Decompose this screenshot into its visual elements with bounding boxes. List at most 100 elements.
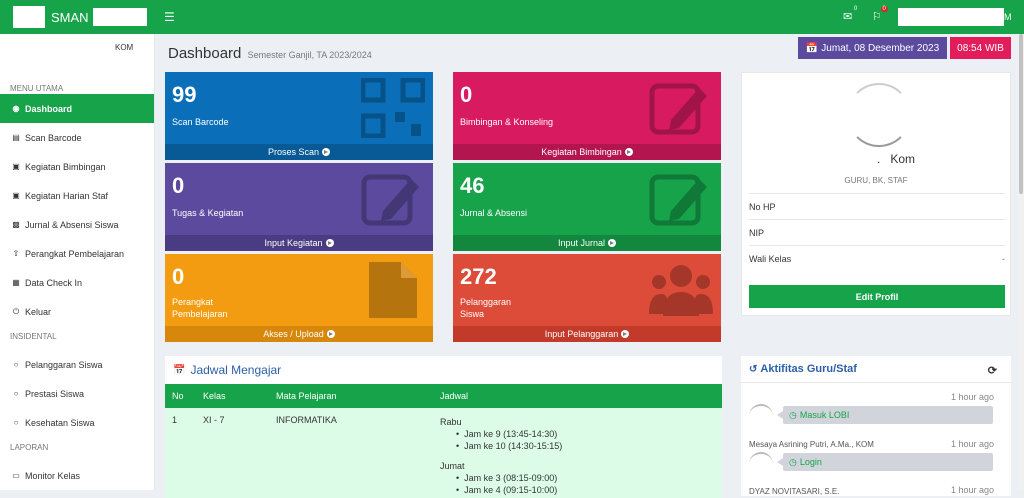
brand-name-redacted (92, 8, 147, 26)
edit-icon (649, 83, 707, 135)
sidebar-item-label: Keluar (25, 306, 52, 317)
user-menu[interactable] (898, 8, 1004, 26)
sidebar-item-perangkat-pembelajaran[interactable]: ⇧ Perangkat Pembelajaran (0, 239, 154, 268)
stat-box-jurnal-absensi: 46 Jurnal & Absensi Input Jurnal (453, 163, 721, 251)
circle-icon: ○ (13, 389, 19, 398)
user-menu-suffix: M (1004, 12, 1012, 22)
stat-box-pelanggaran-siswa: 272 Pelanggaran Siswa Input Pelanggaran (453, 254, 721, 342)
sidebar-item-kesehatan-siswa[interactable]: ○ Kesehatan Siswa (0, 408, 154, 437)
page-scrollbar[interactable] (1018, 34, 1024, 490)
stat-footer-link[interactable]: Input Jurnal (453, 235, 721, 251)
schedule-header: 📅 Jadwal Mengajar (165, 356, 722, 384)
profile-row-nip: NIP (749, 219, 1005, 245)
mail-badge: 0 (852, 6, 859, 12)
stat-value: 272 (460, 264, 497, 289)
table-header: No Kelas Mata Pelajaran Jadwal (165, 384, 722, 408)
date-badge: 📅 Jumat, 08 Desember 2023 (798, 37, 947, 59)
users-icon (649, 265, 713, 316)
edit-profile-button[interactable]: Edit Profil (749, 285, 1005, 308)
arrow-circle-right-icon (325, 239, 334, 247)
mail-icon[interactable]: ✉ 0 (843, 6, 859, 23)
school-logo (13, 6, 45, 28)
stat-footer-link[interactable]: Akses / Upload (165, 326, 433, 342)
stat-label: Bimbingan & Konseling (460, 117, 554, 127)
arrow-circle-right-icon (621, 330, 630, 338)
cell-mapel: INFORMATIKA (276, 415, 337, 425)
stat-label: Perangkat Pembelajaran (172, 297, 228, 319)
activity-message-text: Masuk LOBI (799, 410, 850, 420)
sidebar-item-label: Scan Barcode (25, 132, 82, 143)
stat-footer-link[interactable]: Proses Scan (165, 144, 433, 160)
clock-icon: ◷ (789, 456, 797, 467)
sidebar-section-heading: MENU UTAMA (10, 84, 64, 93)
scrollbar-thumb[interactable] (1019, 34, 1023, 194)
circle-icon: ○ (13, 360, 19, 369)
stat-footer-text: Input Kegiatan (264, 238, 323, 248)
sidebar-item-keluar[interactable]: ⏻ Keluar (0, 297, 154, 326)
sidebar-item-monitor-kelas[interactable]: ▭ Monitor Kelas (0, 461, 154, 490)
hamburger-menu-icon[interactable]: ☰ (164, 10, 175, 24)
history-icon: ↺ (749, 363, 758, 375)
sidebar-item-data-check-in[interactable]: ▦ Data Check In (0, 268, 154, 297)
sidebar-section-heading: INSIDENTAL (10, 332, 57, 341)
sidebar-section-heading: LAPORAN (10, 443, 49, 452)
schedule-title: Jadwal Mengajar (190, 363, 282, 377)
brand[interactable]: SMAN (0, 0, 155, 34)
sidebar-item-prestasi-siswa[interactable]: ○ Prestasi Siswa (0, 379, 154, 408)
stat-value: 0 (460, 82, 473, 107)
time-text: 08:54 WIB (957, 42, 1004, 54)
sidebar-user-panel: KOM (0, 34, 154, 70)
avatar (749, 452, 773, 476)
sidebar-item-label: Kegiatan Bimbingan (25, 161, 106, 172)
avatar (847, 83, 911, 147)
edit-icon (649, 174, 707, 226)
stat-footer-text: Input Pelanggaran (544, 329, 619, 339)
calendar-icon: ▦ (12, 278, 20, 287)
flag-badge: 0 (880, 6, 888, 12)
sidebar-item-scan-barcode[interactable]: ▤ Scan Barcode (0, 123, 154, 152)
column-header: Mata Pelajaran (276, 391, 337, 401)
sidebar-item-label: Jurnal & Absensi Siswa (25, 219, 119, 230)
schedule-day: Rabu (440, 417, 462, 427)
power-icon: ⏻ (12, 306, 20, 316)
stat-footer-text: Proses Scan (267, 147, 320, 157)
sidebar-item-dashboard[interactable]: ◉ Dashboard (0, 94, 154, 123)
schedule-day: Jumat (440, 461, 465, 471)
profile-role: GURU, BK, STAF (844, 176, 908, 185)
stat-footer-link[interactable]: Input Kegiatan (165, 235, 433, 251)
stat-footer-text: Akses / Upload (263, 329, 324, 339)
stat-value: 0 (172, 173, 185, 198)
flag-icon[interactable]: ⚐ 0 (872, 6, 888, 23)
stat-box-bimbingan-konseling: 0 Bimbingan & Konseling Kegiatan Bimbingan (453, 72, 721, 160)
barcode-icon: ▤ (12, 133, 20, 142)
stat-footer-text: Input Jurnal (557, 238, 606, 248)
profile-row-label: Wali Kelas (749, 253, 792, 264)
activity-title: Aktifitas Guru/Staf (760, 363, 857, 375)
avatar (749, 404, 773, 428)
stat-box-scan-barcode: 99 Scan Barcode Proses Scan (165, 72, 433, 160)
table-row: 1 XI - 7 INFORMATIKA Rabu Jam ke 9 (13:4… (165, 408, 722, 498)
sidebar-item-kegiatan-harian-staf[interactable]: ▣ Kegiatan Harian Staf (0, 181, 154, 210)
stat-value: 46 (460, 173, 485, 198)
sidebar-item-jurnal-absensi-siswa[interactable]: ▩ Jurnal & Absensi Siswa (0, 210, 154, 239)
cell-jadwal: Rabu Jam ke 9 (13:45-14:30) Jam ke 10 (1… (440, 416, 562, 496)
time-badge: 08:54 WIB (950, 37, 1011, 59)
sidebar-item-pelanggaran-siswa[interactable]: ○ Pelanggaran Siswa (0, 350, 154, 379)
activity-message: ◷ Masuk LOBI (777, 406, 993, 424)
cell-kelas: XI - 7 (203, 415, 225, 425)
sidebar-item-label: Kegiatan Harian Staf (25, 190, 109, 201)
profile-name: . Kom (876, 152, 916, 166)
activity-user: Mesaya Asrining Putri, A.Ma., KOM (749, 440, 874, 449)
stat-footer-link[interactable]: Kegiatan Bimbingan (453, 144, 721, 160)
refresh-icon[interactable]: ⟳ (988, 364, 997, 377)
sidebar-user-redacted (6, 42, 114, 64)
brand-name: SMAN (51, 9, 89, 25)
profile-row-phone: No HP (749, 193, 1005, 219)
stat-footer-link[interactable]: Input Pelanggaran (453, 326, 721, 342)
profile-row-wali-kelas: Wali Kelas - (749, 245, 1005, 271)
profile-card: . Kom GURU, BK, STAF No HP NIP Wali Kela… (741, 72, 1011, 316)
sidebar-item-kegiatan-bimbingan[interactable]: ▣ Kegiatan Bimbingan (0, 152, 154, 181)
activity-time: 1 hour ago (951, 485, 995, 495)
calendar-icon: 📅 (805, 42, 819, 54)
activity-message-text: Login (799, 457, 822, 467)
